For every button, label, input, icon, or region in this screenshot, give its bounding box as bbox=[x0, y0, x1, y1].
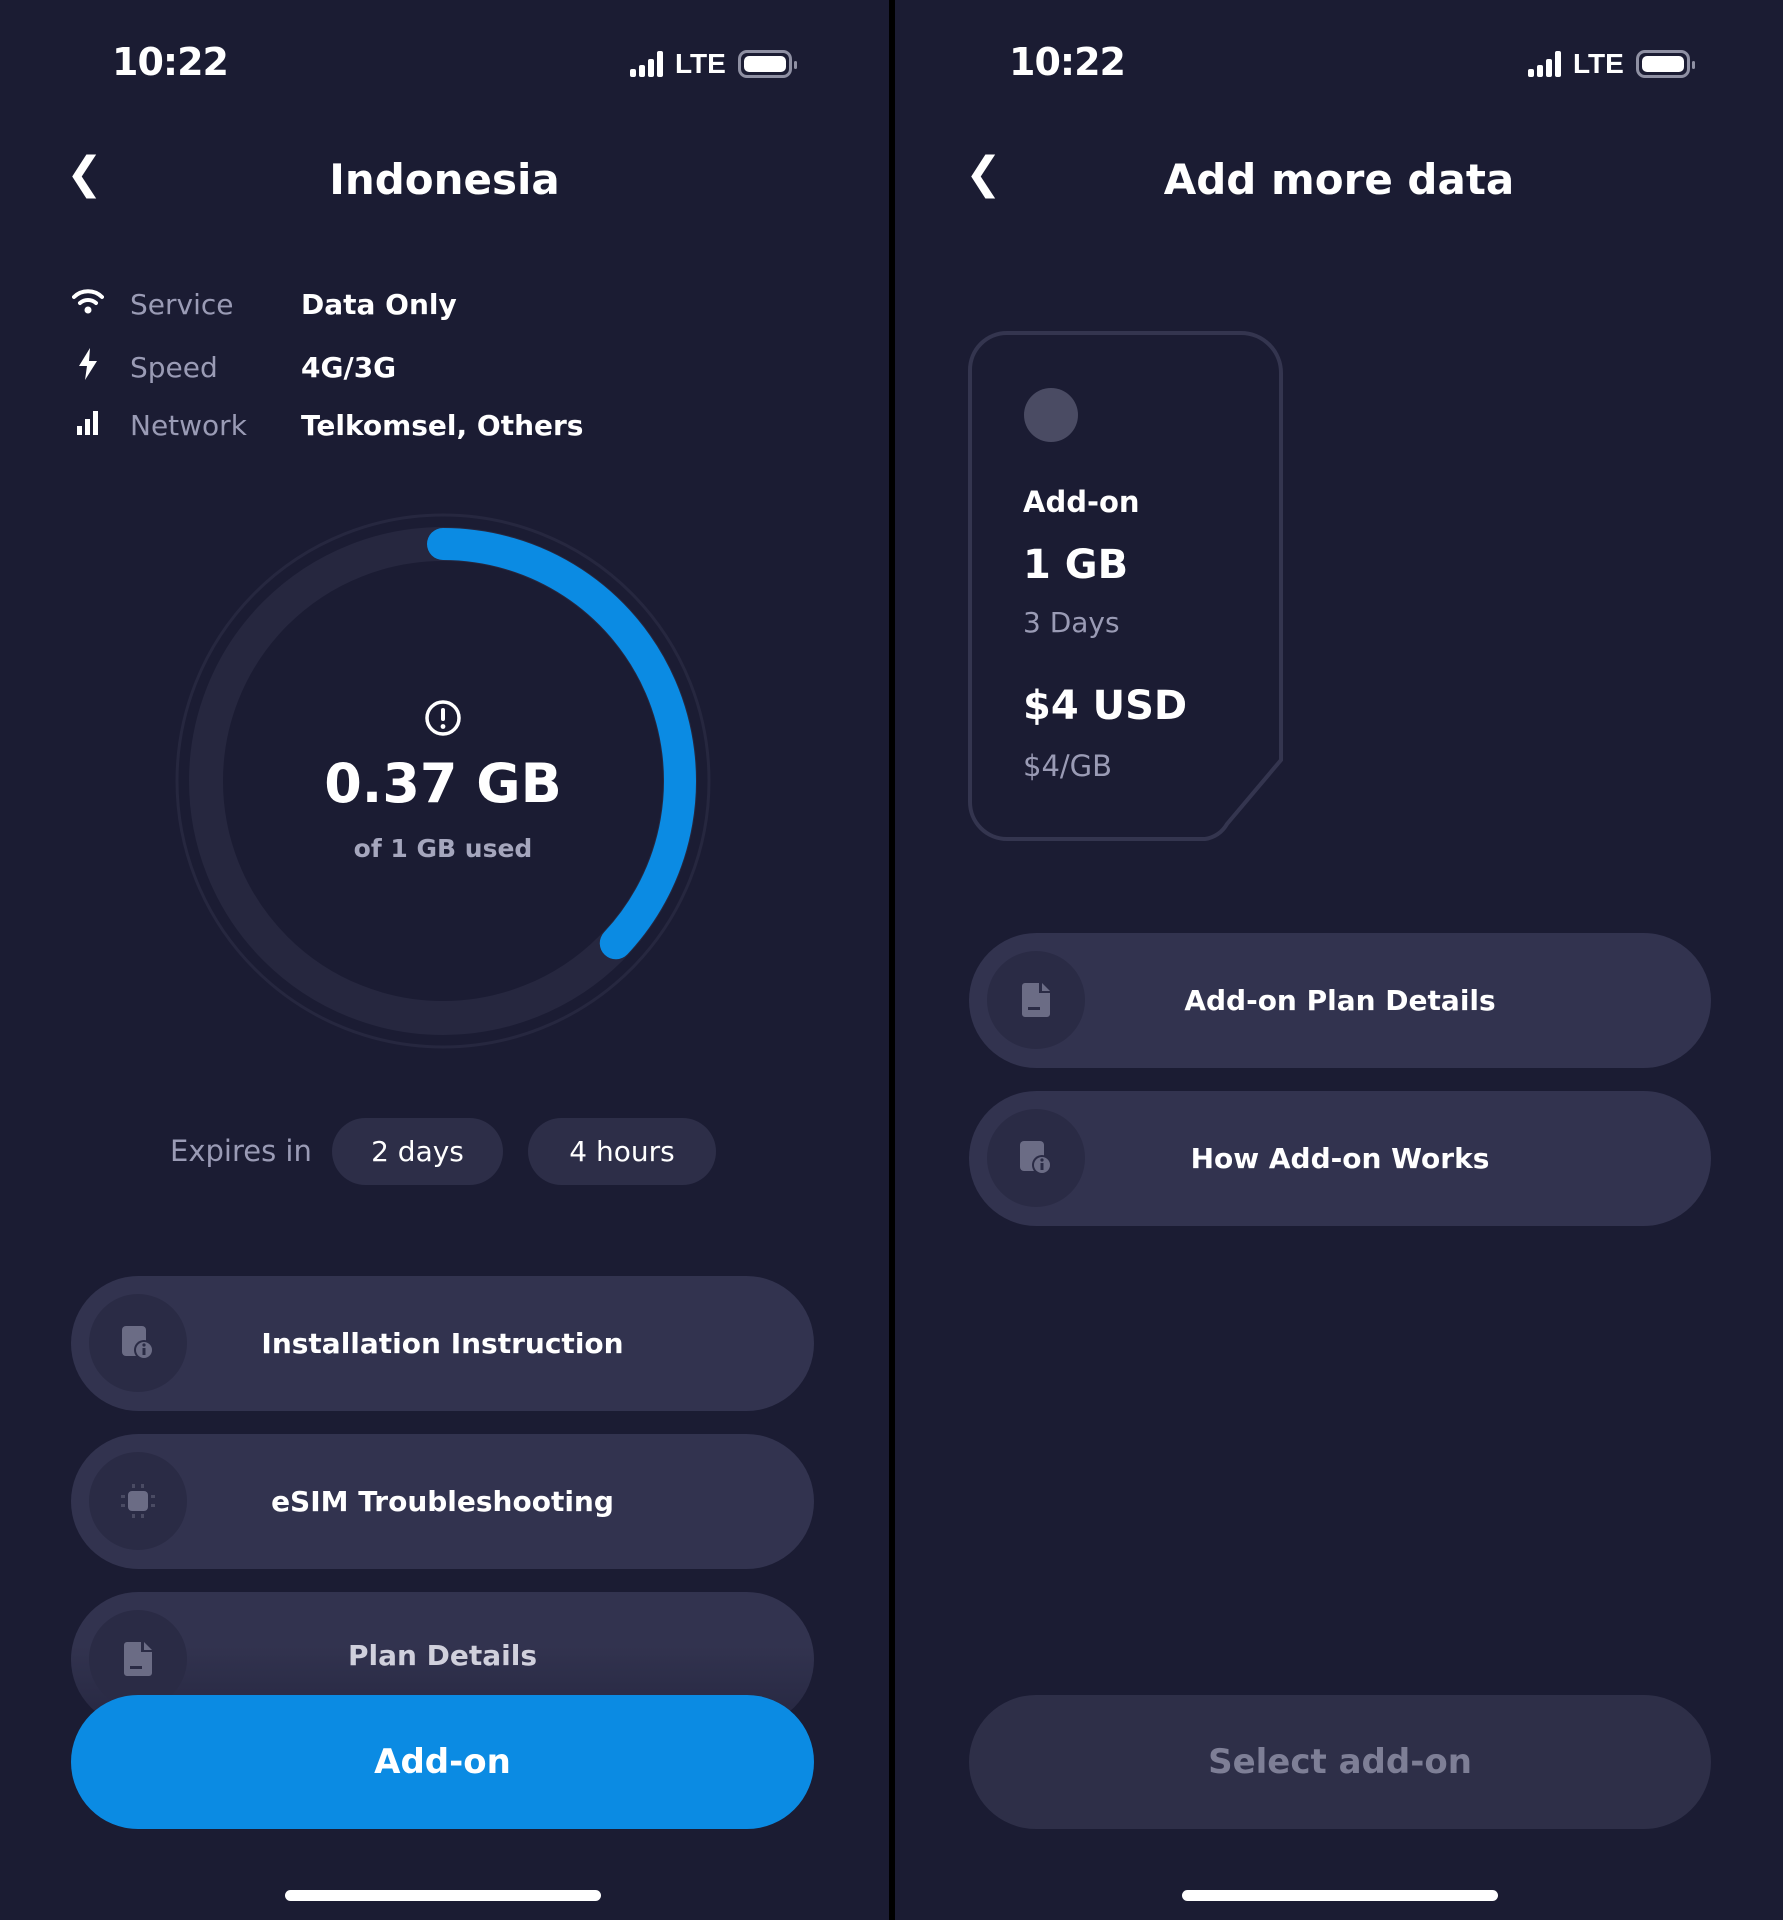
cellular-signal-icon bbox=[1528, 51, 1561, 77]
expires-hours-pill: 4 hours bbox=[528, 1118, 716, 1185]
home-indicator[interactable] bbox=[1182, 1890, 1498, 1901]
info-value: 4G/3G bbox=[301, 351, 397, 384]
installation-instruction-button[interactable]: Installation Instruction bbox=[71, 1276, 814, 1411]
how-add-on-works-button[interactable]: How Add-on Works bbox=[969, 1091, 1711, 1226]
expires-label: Expires in bbox=[170, 1134, 312, 1168]
status-icons: LTE bbox=[630, 48, 797, 80]
signal-bars-icon bbox=[70, 409, 106, 442]
button-label: How Add-on Works bbox=[1190, 1142, 1490, 1175]
used-amount: 0.37 GB bbox=[324, 752, 562, 815]
add-on-button[interactable]: Add-on bbox=[71, 1695, 814, 1829]
battery-icon bbox=[1635, 50, 1695, 78]
wifi-icon bbox=[70, 287, 106, 322]
network-type: LTE bbox=[675, 48, 726, 79]
status-time: 10:22 bbox=[1009, 40, 1126, 84]
button-label: Add-on Plan Details bbox=[1184, 984, 1496, 1017]
network-type: LTE bbox=[1573, 48, 1624, 79]
alert-icon bbox=[423, 698, 463, 742]
info-row-network: Network Telkomsel, Others bbox=[70, 409, 583, 442]
page-title: Indonesia bbox=[329, 155, 560, 204]
status-time: 10:22 bbox=[112, 40, 229, 84]
document-icon bbox=[89, 1610, 187, 1708]
chip-icon bbox=[89, 1452, 187, 1550]
status-icons: LTE bbox=[1528, 48, 1695, 80]
info-label: Network bbox=[130, 409, 247, 442]
info-row-speed: Speed 4G/3G bbox=[70, 348, 396, 387]
file-info-icon bbox=[987, 1109, 1085, 1207]
ring-progress bbox=[427, 528, 696, 960]
card-price: $4 USD bbox=[1023, 683, 1188, 729]
button-label: Plan Details bbox=[347, 1639, 538, 1672]
info-value: Telkomsel, Others bbox=[301, 409, 584, 442]
info-row-service: Service Data Only bbox=[70, 287, 457, 322]
card-unit-price: $4/GB bbox=[1023, 749, 1113, 783]
info-value: Data Only bbox=[301, 288, 457, 321]
home-indicator[interactable] bbox=[285, 1890, 601, 1901]
document-icon bbox=[987, 951, 1085, 1049]
select-add-on-button[interactable]: Select add-on bbox=[969, 1695, 1711, 1829]
bolt-icon bbox=[70, 348, 106, 387]
button-label: eSIM Troubleshooting bbox=[271, 1485, 614, 1518]
expires-days-pill: 2 days bbox=[332, 1118, 503, 1185]
card-name: Add-on bbox=[1023, 485, 1140, 519]
esim-troubleshooting-button[interactable]: eSIM Troubleshooting bbox=[71, 1434, 814, 1569]
button-label: Installation Instruction bbox=[261, 1327, 624, 1360]
info-label: Service bbox=[130, 288, 234, 321]
card-duration: 3 Days bbox=[1023, 606, 1120, 639]
file-info-icon bbox=[89, 1294, 187, 1392]
card-radio-icon[interactable] bbox=[1024, 388, 1078, 442]
cellular-signal-icon bbox=[630, 51, 663, 77]
usage-caption: of 1 GB used bbox=[353, 834, 533, 863]
page-title: Add more data bbox=[1163, 155, 1515, 204]
usage-screen: 10:22 LTE ❮ Indonesia Service Data Only … bbox=[0, 0, 889, 1920]
battery-icon bbox=[737, 50, 797, 78]
add-on-plan-details-button[interactable]: Add-on Plan Details bbox=[969, 933, 1711, 1068]
info-label: Speed bbox=[130, 351, 218, 384]
card-data: 1 GB bbox=[1023, 542, 1129, 588]
